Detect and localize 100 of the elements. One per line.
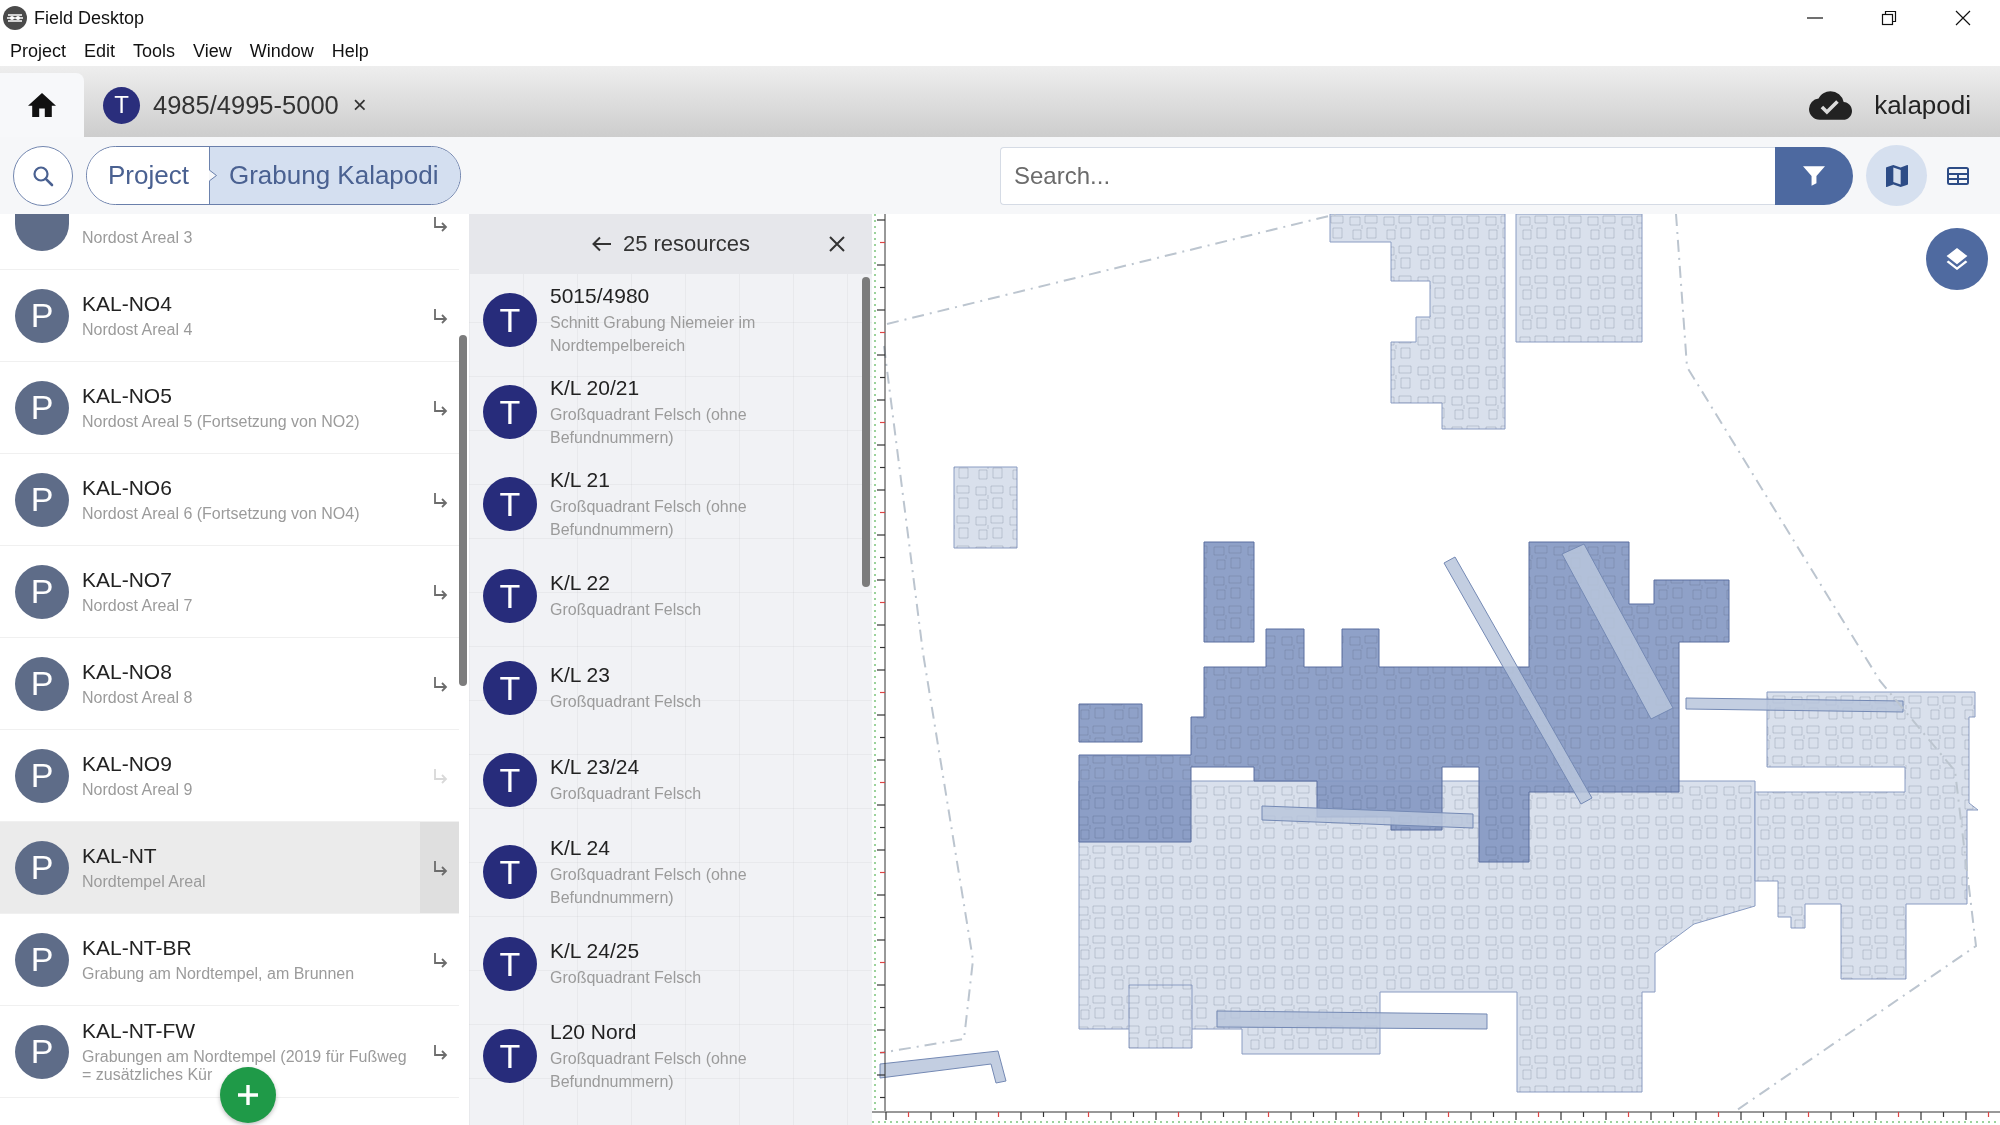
results-count: 25 resources	[622, 231, 751, 257]
avatar	[15, 214, 69, 251]
avatar: T	[483, 845, 537, 899]
restore-icon	[1881, 10, 1897, 26]
resource-title: KAL-NO4	[82, 292, 173, 315]
menu-item[interactable]: Tools	[124, 37, 185, 65]
resource-title: K/L 20/21	[550, 375, 641, 400]
resource-description: Nordost Areal 7	[82, 596, 194, 615]
resource-description: Großquadrant Felsch	[550, 968, 703, 988]
minimize-icon	[1807, 17, 1823, 19]
menu-item[interactable]: View	[184, 37, 241, 65]
avatar: P	[15, 656, 69, 711]
resource-description: Großquadrant Felsch	[550, 600, 703, 620]
resource-description: Nordost Areal 3	[82, 229, 194, 247]
resource-title: KAL-NO6	[82, 476, 173, 499]
resource-title: K/L 23	[550, 663, 611, 687]
resource-tab[interactable]: T 4985/4995-5000 ×	[84, 73, 387, 137]
avatar: T	[483, 753, 537, 807]
resource-description: Nordtempel Areal	[82, 872, 207, 891]
avatar: T	[483, 661, 537, 715]
resource-row[interactable]: T 5015/4980 Schnitt Grabung Niemeier im Nordtempelbereich	[469, 274, 872, 366]
menu-item[interactable]: Window	[240, 37, 323, 65]
home-icon	[28, 92, 56, 118]
resource-row[interactable]: T L20 Nord Großquadrant Felsch (ohne Befundnummern)	[469, 1010, 872, 1102]
resource-row[interactable]: T K/L 23/24 Großquadrant Felsch	[469, 734, 872, 826]
resource-description: Grabung am Nordtempel, am Brunnen	[82, 964, 356, 983]
resource-description: Großquadrant Felsch (ohne Befundnummern)	[550, 864, 748, 908]
tab-close-button[interactable]: ×	[348, 91, 371, 119]
resource-description: Großquadrant Felsch (ohne Befundnummern)	[550, 496, 748, 540]
filter-button[interactable]	[1775, 146, 1853, 205]
resource-title: K/L 24/25	[550, 939, 641, 963]
resource-title: KAL-NT-FW	[82, 1019, 197, 1042]
resource-title: KAL-NO5	[82, 384, 173, 407]
resource-title: KAL-NT-BR	[82, 936, 193, 959]
resource-row[interactable]: T K/L 24 Großquadrant Felsch (ohne Befundnummern)	[469, 826, 872, 918]
resource-row[interactable]: T K/L 21 Großquadrant Felsch (ohne Befundnummern)	[469, 458, 872, 550]
avatar: P	[15, 380, 69, 435]
resource-description: Großquadrant Felsch (ohne Befundnummern)	[550, 1048, 748, 1092]
resource-description: Nordost Areal 4	[82, 320, 194, 339]
tab-label: 4985/4995-5000	[153, 90, 339, 120]
close-icon	[1955, 10, 1971, 26]
resource-description: Nordost Areal 5 (Fortsetzung von NO2)	[82, 412, 361, 431]
resource-row[interactable]: P KAL-NT Nordtempel Areal	[0, 822, 459, 914]
map-icon	[1885, 164, 1908, 187]
scrollbar-thumb[interactable]	[459, 335, 467, 686]
resource-row[interactable]: T K/L 23 Großquadrant Felsch	[469, 642, 872, 734]
avatar: T	[483, 385, 537, 439]
avatar: P	[15, 564, 69, 619]
table-icon	[1946, 164, 1969, 187]
breadcrumb-item[interactable]: Grabung Kalapodi	[222, 147, 460, 204]
resource-description: Großquadrant Felsch (ohne Befundnummern)	[550, 404, 748, 448]
resource-title: K/L 21	[550, 467, 611, 492]
window-title: Field Desktop	[34, 7, 145, 29]
avatar: P	[15, 748, 69, 803]
scrollbar-thumb[interactable]	[862, 277, 870, 587]
resource-title: 5015/4980	[550, 283, 651, 308]
avatar: T	[483, 293, 537, 347]
menu-item[interactable]: Edit	[75, 37, 125, 65]
resource-title: KAL-NO8	[82, 660, 173, 683]
add-button[interactable]	[220, 1067, 276, 1123]
project-name: kalapodi	[1874, 89, 1971, 121]
resource-description: Nordost Areal 9	[82, 780, 194, 799]
resource-description: Nordost Areal 6 (Fortsetzung von NO4)	[82, 504, 361, 523]
search-field[interactable]: Search...	[1000, 146, 1775, 205]
cloud-check-icon	[1809, 90, 1853, 120]
excavation-area	[1078, 703, 1143, 743]
resource-title: KAL-NO9	[82, 752, 173, 775]
avatar: P	[15, 472, 69, 527]
layers-icon	[1946, 248, 1968, 270]
resource-description: Grabungen am Nordtempel (2019 für Fußweg = zusätzliches Kür	[82, 1047, 408, 1084]
avatar: T	[483, 937, 537, 991]
resource-title: K/L 23/24	[550, 755, 641, 779]
avatar: P	[15, 288, 69, 343]
search-icon	[32, 164, 54, 187]
resource-row[interactable]: T K/L 22 Großquadrant Felsch	[469, 550, 872, 642]
resource-title: K/L 24	[550, 835, 611, 860]
app-logo-icon	[3, 6, 27, 30]
avatar: P	[15, 932, 69, 987]
avatar: T	[103, 86, 140, 124]
resource-description: Großquadrant Felsch	[550, 784, 703, 804]
resource-description: Schnitt Grabung Niemeier im Nordtempelbereich	[550, 312, 757, 356]
home-tab[interactable]	[0, 73, 84, 137]
menu-item[interactable]: Help	[322, 37, 378, 65]
resource-title: K/L 22	[550, 571, 611, 595]
menu-item[interactable]: Project	[1, 37, 76, 65]
resource-title: KAL-NO7	[82, 568, 173, 591]
avatar: P	[15, 1024, 69, 1079]
filter-icon	[1803, 164, 1825, 187]
excavation-area	[1128, 984, 1193, 1049]
avatar: P	[15, 840, 69, 895]
resource-title: KAL-NT	[82, 844, 158, 867]
resource-row[interactable]: T K/L 20/21 Großquadrant Felsch (ohne Befundnummern)	[469, 366, 872, 458]
resource-description: Großquadrant Felsch	[550, 692, 703, 712]
avatar: T	[483, 1029, 537, 1083]
avatar: T	[483, 569, 537, 623]
avatar: T	[483, 477, 537, 531]
resource-title: L20 Nord	[550, 1019, 638, 1044]
breadcrumb-item[interactable]: Project	[87, 147, 209, 204]
resource-row[interactable]: T K/L 24/25 Großquadrant Felsch	[469, 918, 872, 1010]
plus-icon	[236, 1083, 260, 1107]
